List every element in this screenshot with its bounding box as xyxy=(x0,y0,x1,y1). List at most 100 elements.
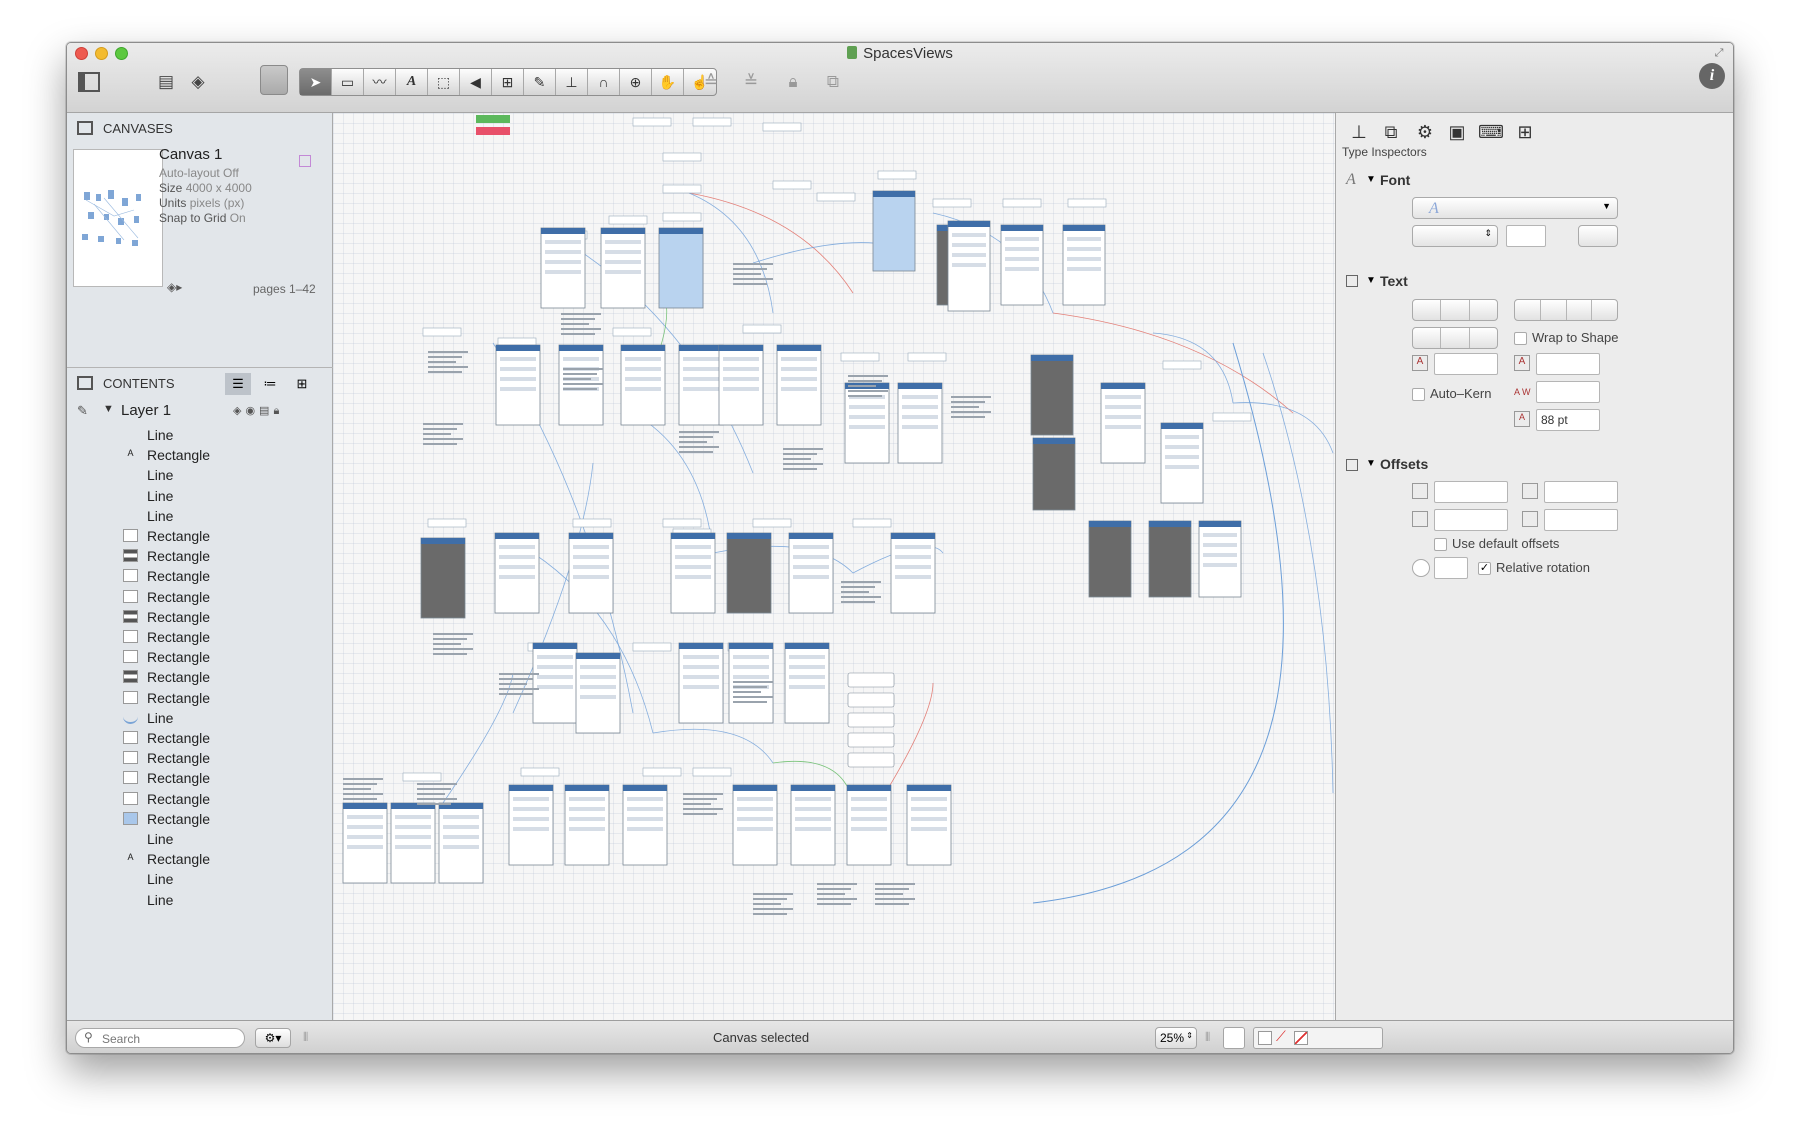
screen-row[interactable] xyxy=(499,575,535,579)
list-item[interactable]: A Rectangle xyxy=(67,445,327,465)
list-item[interactable]: Line xyxy=(67,486,327,506)
screen-row[interactable] xyxy=(443,835,479,839)
screen-header[interactable] xyxy=(733,785,777,791)
screen-row[interactable] xyxy=(683,665,719,669)
screen-row[interactable] xyxy=(499,545,535,549)
screen-row[interactable] xyxy=(1105,395,1141,399)
top-offset-field[interactable] xyxy=(1434,509,1508,531)
diagram-label-box[interactable] xyxy=(662,212,702,222)
info-icon[interactable]: i xyxy=(1699,63,1725,89)
screen-header[interactable] xyxy=(659,228,703,234)
annotation-text[interactable] xyxy=(417,793,445,795)
screen-header[interactable] xyxy=(727,533,771,539)
canvas-inspector-icon[interactable]: ⊥ xyxy=(1348,121,1370,143)
diagram-label-box[interactable] xyxy=(840,352,880,362)
screen-row[interactable] xyxy=(625,387,661,391)
screen-mockup[interactable] xyxy=(1030,354,1074,436)
annotation-text[interactable] xyxy=(753,913,787,915)
list-item[interactable]: Rectangle xyxy=(67,526,327,546)
screen-row[interactable] xyxy=(737,817,773,821)
annotation-text[interactable] xyxy=(428,356,462,358)
controller-box[interactable] xyxy=(847,712,895,728)
screen-header[interactable] xyxy=(719,345,763,351)
screen-row[interactable] xyxy=(580,675,616,679)
screen-row[interactable] xyxy=(513,817,549,821)
annotation-text[interactable] xyxy=(783,453,817,455)
annotation-text[interactable] xyxy=(848,395,882,397)
disclosure-triangle-icon[interactable]: ▼ xyxy=(1366,174,1376,185)
screen-header[interactable] xyxy=(1089,521,1131,527)
properties-inspector-icon[interactable]: ⧉ xyxy=(1380,121,1402,143)
annotation-text[interactable] xyxy=(733,268,767,270)
screen-row[interactable] xyxy=(545,270,581,274)
controller-box[interactable] xyxy=(847,692,895,708)
annotation-text[interactable] xyxy=(423,423,463,425)
screen-row[interactable] xyxy=(605,250,641,254)
resize-handle-icon[interactable]: ⦀ xyxy=(303,1030,308,1045)
screen-row[interactable] xyxy=(627,817,663,821)
annotation-text[interactable] xyxy=(683,808,723,810)
diagram-label-box[interactable] xyxy=(608,215,648,225)
screen-row[interactable] xyxy=(1203,533,1237,537)
annotation-text[interactable] xyxy=(841,586,875,588)
screen-row[interactable] xyxy=(1067,267,1101,271)
fill-color-well[interactable] xyxy=(1223,1027,1245,1049)
screen-row[interactable] xyxy=(911,797,947,801)
screen-row[interactable] xyxy=(513,807,549,811)
screen-row[interactable] xyxy=(911,827,947,831)
annotation-text[interactable] xyxy=(423,438,463,440)
screen-header[interactable] xyxy=(789,533,833,539)
screen-header[interactable] xyxy=(679,345,723,351)
screen-mockup[interactable] xyxy=(1148,520,1192,598)
screen-row[interactable] xyxy=(851,797,887,801)
annotation-text[interactable] xyxy=(841,591,869,593)
annotation-text[interactable] xyxy=(783,458,811,460)
grid-view-icon[interactable]: ⊞ xyxy=(289,373,315,395)
diagram-label-box[interactable] xyxy=(877,170,917,180)
screen-row[interactable] xyxy=(625,377,661,381)
annotation-text[interactable] xyxy=(875,893,903,895)
screen-row[interactable] xyxy=(683,377,719,381)
annotation-text[interactable] xyxy=(679,451,713,453)
annotation-text[interactable] xyxy=(753,898,787,900)
placement-bottom-icon[interactable] xyxy=(1470,328,1497,348)
font-family-popup[interactable]: A ▼ xyxy=(1412,197,1618,219)
annotation-text[interactable] xyxy=(733,691,761,693)
diagram-label-box[interactable] xyxy=(427,518,467,528)
screen-header[interactable] xyxy=(679,643,723,649)
screen-row[interactable] xyxy=(795,817,831,821)
screen-row[interactable] xyxy=(683,655,719,659)
screen-row[interactable] xyxy=(545,250,581,254)
annotation-text[interactable] xyxy=(423,428,457,430)
screen-row[interactable] xyxy=(1105,415,1141,419)
disclosure-triangle-icon[interactable]: ▼ xyxy=(1366,458,1376,469)
send-back-icon[interactable]: ≚ xyxy=(737,68,765,96)
list-item[interactable]: Line xyxy=(67,829,327,849)
screen-row[interactable] xyxy=(569,817,605,821)
controller-box[interactable] xyxy=(847,732,895,748)
align-left-icon[interactable] xyxy=(1515,300,1541,320)
screen-header[interactable] xyxy=(777,345,821,351)
screen-row[interactable] xyxy=(675,565,711,569)
annotation-text[interactable] xyxy=(733,273,761,275)
annotation-text[interactable] xyxy=(499,688,539,690)
zoom-icon[interactable]: ⊕ xyxy=(620,69,652,95)
annotation-text[interactable] xyxy=(875,888,909,890)
baseline-field[interactable] xyxy=(1536,353,1600,375)
screen-row[interactable] xyxy=(683,387,719,391)
screen-header[interactable] xyxy=(421,538,465,544)
screen-row[interactable] xyxy=(573,565,609,569)
annotation-text[interactable] xyxy=(679,431,719,433)
screen-header[interactable] xyxy=(601,228,645,234)
diagram-label-box[interactable] xyxy=(662,152,702,162)
screen-row[interactable] xyxy=(499,565,535,569)
screen-row[interactable] xyxy=(500,387,536,391)
line-spacing-field[interactable]: 88 pt xyxy=(1536,409,1600,431)
kerning-field[interactable] xyxy=(1536,381,1600,403)
annotation-text[interactable] xyxy=(428,366,468,368)
list-view-icon[interactable]: ☰ xyxy=(225,373,251,395)
align-right-icon[interactable] xyxy=(1567,300,1593,320)
annotation-text[interactable] xyxy=(733,701,767,703)
shape-tool-icon[interactable]: ▭ xyxy=(332,69,364,95)
screen-row[interactable] xyxy=(1165,455,1199,459)
